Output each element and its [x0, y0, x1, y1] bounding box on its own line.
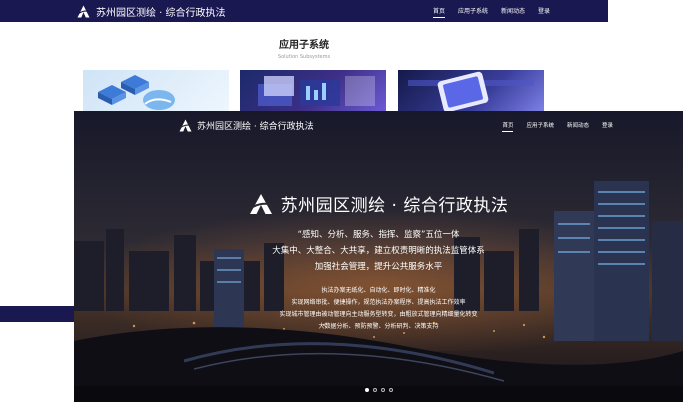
section-subtitle: Solution Subsystems [277, 54, 331, 60]
section-title: 应用子系统 [279, 40, 329, 51]
hero-heading: 苏州园区测绘 · 综合行政执法 [74, 191, 683, 216]
hero-feature-2: 实现网络审批、便捷操作，规范执法办案程序、提高执法工作效率 [291, 299, 466, 306]
hero-banner: 苏州园区测绘 · 综合行政执法 “感知、分析、服务、指挥、监察”五位一体 大集中… [74, 191, 683, 330]
hero-feature-1: 执法办案无纸化、自动化、即时化、精准化 [321, 287, 436, 294]
carousel-dot-3[interactable] [380, 388, 385, 392]
front-nav-item-home[interactable]: 首页 [502, 121, 514, 132]
front-logo[interactable]: 苏州园区测绘 · 综合行政执法 [178, 118, 314, 133]
carousel-dot-1[interactable] [364, 388, 369, 392]
subsystem-card-1[interactable] [83, 70, 229, 112]
front-nav-menu: 首页 应用子系统 新闻动态 登录 [502, 121, 613, 132]
hero-line-3: 加强社会管理，提升公共服务水平 [314, 262, 443, 272]
subsystem-card-2[interactable] [240, 70, 386, 112]
front-top-nav: 苏州园区测绘 · 综合行政执法 首页 应用子系统 新闻动态 登录 [74, 111, 683, 139]
logo-icon [249, 193, 272, 214]
front-nav-item-news[interactable]: 新闻动态 [567, 121, 589, 132]
back-nav-menu: 首页 应用子系统 新闻动态 登录 [432, 6, 550, 18]
subsystem-cards [83, 70, 544, 112]
back-nav-item-subsystems[interactable]: 应用子系统 [458, 6, 488, 18]
back-nav-item-login[interactable]: 登录 [538, 6, 550, 18]
front-page-screenshot: 苏州园区测绘 · 综合行政执法 首页 应用子系统 新闻动态 登录 苏州园区测绘 … [74, 111, 683, 402]
logo-icon [179, 119, 192, 132]
hero-line-1: “感知、分析、服务、指挥、监察”五位一体 [297, 230, 460, 240]
hero-title: 苏州园区测绘 · 综合行政执法 [280, 196, 509, 216]
hero-features: 执法办案无纸化、自动化、即时化、精准化 实现网络审批、便捷操作，规范执法办案程序… [74, 285, 683, 333]
carousel-dot-2[interactable] [372, 388, 377, 392]
front-nav-item-login[interactable]: 登录 [602, 121, 613, 132]
subsystem-card-3[interactable] [398, 70, 544, 112]
back-footer-band [0, 306, 74, 322]
back-top-nav: 苏州园区测绘 · 综合行政执法 首页 应用子系统 新闻动态 登录 [0, 0, 608, 22]
hero-line-2: 大集中、大整合、大共享，建立权责明晰的执法监管体系 [272, 246, 485, 256]
back-nav-item-home[interactable]: 首页 [432, 6, 445, 18]
back-nav-item-news[interactable]: 新闻动态 [501, 6, 525, 18]
dashboard-illustration [258, 76, 375, 106]
server-illustration [98, 75, 175, 110]
logo-icon [77, 5, 90, 17]
front-nav-item-subsystems[interactable]: 应用子系统 [526, 121, 554, 132]
front-site-title: 苏州园区测绘 · 综合行政执法 [197, 122, 314, 132]
back-logo[interactable]: 苏州园区测绘 · 综合行政执法 [76, 3, 226, 19]
hero-feature-4: 大数据分析、预防预警、分析研判、决策支持 [318, 323, 439, 330]
hero-tagline: “感知、分析、服务、指挥、监察”五位一体 大集中、大整合、大共享，建立权责明晰的… [74, 227, 683, 275]
carousel-pagination [74, 388, 683, 392]
hero-feature-3: 实现城市管理由被动管理向主动服务型转变，由粗放式管理向精细量化转变 [279, 311, 478, 318]
carousel-dot-4[interactable] [388, 388, 393, 392]
mobile-illustration [408, 71, 534, 112]
back-site-title: 苏州园区测绘 · 综合行政执法 [96, 7, 226, 19]
